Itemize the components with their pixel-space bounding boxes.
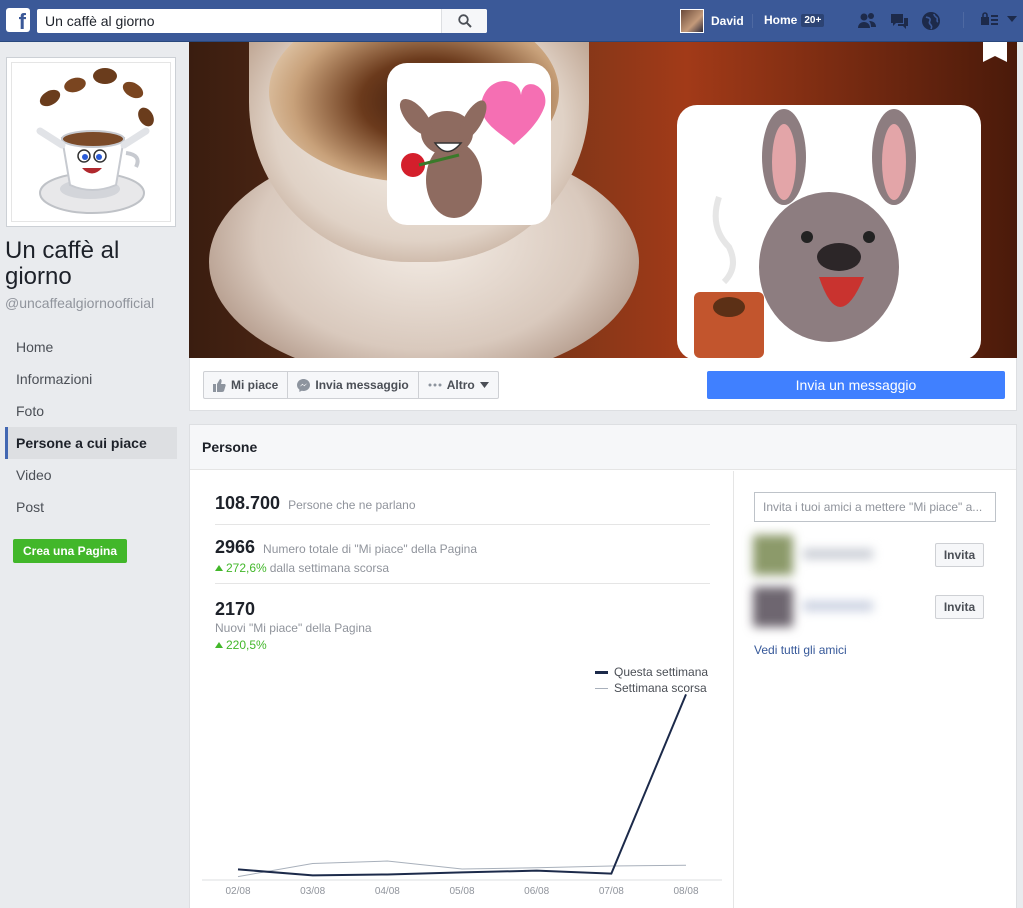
series-line-this-week <box>237 693 687 877</box>
search-icon <box>457 14 472 28</box>
friend-suggestion-blurred <box>751 585 886 629</box>
top-icons <box>856 10 942 32</box>
left-nav: Home Informazioni Foto Persone a cui pia… <box>5 331 177 523</box>
x-tick-label: 05/08 <box>449 886 474 897</box>
nav-item-post[interactable]: Post <box>5 491 177 523</box>
user-name: David <box>711 14 744 28</box>
more-button[interactable]: Altro <box>419 372 498 398</box>
x-tick-label: 03/08 <box>300 886 325 897</box>
more-dots-icon <box>428 383 442 387</box>
x-tick-label: 07/08 <box>599 886 624 897</box>
x-tick-label: 08/08 <box>673 886 698 897</box>
more-button-label: Altro <box>446 378 475 392</box>
invite-button[interactable]: Invita <box>935 543 984 567</box>
like-button[interactable]: Mi piace <box>204 372 289 398</box>
legend-item-last-week: Settimana scorsa <box>595 680 708 696</box>
friend-suggestion-row: Invita <box>751 585 1001 629</box>
avatar <box>680 9 704 33</box>
people-stats: 108.700 Persone che ne parlano 2966 Nume… <box>190 471 734 908</box>
left-column: Un caffè al giorno @uncaffealgiornooffic… <box>0 42 189 908</box>
nav-item-home[interactable]: Home <box>5 331 177 363</box>
friend-suggestion-blurred <box>751 533 886 577</box>
messenger-icon <box>297 378 311 392</box>
x-tick-label: 02/08 <box>225 886 250 897</box>
friend-suggestion-row: Invita <box>751 533 1001 577</box>
people-panel-title: Persone <box>190 425 1016 470</box>
messages-icon[interactable] <box>888 10 910 32</box>
nav-item-persone[interactable]: Persone a cui piace <box>5 427 177 459</box>
page-title[interactable]: Un caffè al giorno <box>5 238 185 290</box>
thumbs-up-icon <box>213 378 226 392</box>
facebook-logo-icon[interactable]: f <box>6 8 30 32</box>
message-button[interactable]: Invia messaggio <box>288 372 419 398</box>
x-tick-label: 06/08 <box>524 886 549 897</box>
cover-photo[interactable] <box>189 42 1017 358</box>
search-box <box>37 9 487 33</box>
profile-link[interactable]: David <box>680 9 744 33</box>
chart-legend: Questa settimana Settimana scorsa <box>595 664 708 696</box>
x-tick-label: 04/08 <box>375 886 400 897</box>
divider <box>752 14 753 28</box>
page-profile-picture[interactable] <box>6 57 176 227</box>
privacy-lock-icon[interactable] <box>980 12 1000 26</box>
nav-item-video[interactable]: Video <box>5 459 177 491</box>
friend-requests-icon[interactable] <box>856 10 878 32</box>
message-button-label: Invia messaggio <box>315 378 409 392</box>
create-page-button[interactable]: Crea una Pagina <box>13 539 128 563</box>
nav-item-informazioni[interactable]: Informazioni <box>5 363 177 395</box>
people-panel: Persone 108.700 Persone che ne parlano 2… <box>189 424 1017 908</box>
notifications-globe-icon[interactable] <box>920 10 942 32</box>
action-bar: Mi piace Invia messaggio Altro Invia un … <box>189 358 1017 411</box>
home-label: Home <box>764 13 798 27</box>
home-link[interactable]: Home 20+ <box>764 13 825 27</box>
account-controls <box>980 12 1018 26</box>
bulldog-coffee-sticker-image <box>679 107 979 358</box>
bunny-rose-sticker-image <box>389 65 549 223</box>
page-handle[interactable]: @uncaffealgiornoofficial <box>5 295 154 311</box>
top-bar: f David Home 20+ <box>0 0 1023 42</box>
legend-label-last-week: Settimana scorsa <box>614 681 707 695</box>
divider <box>963 12 964 28</box>
coffee-cup-mascot-image <box>36 68 154 214</box>
like-button-label: Mi piace <box>231 378 279 392</box>
nav-item-foto[interactable]: Foto <box>5 395 177 427</box>
profile-picture-image <box>11 62 171 222</box>
page-action-buttons: Mi piace Invia messaggio Altro <box>203 371 499 399</box>
legend-label-this-week: Questa settimana <box>614 665 709 679</box>
legend-swatch-this-week <box>595 670 608 674</box>
send-message-button[interactable]: Invia un messaggio <box>707 371 1005 399</box>
chevron-down-icon <box>479 382 489 388</box>
search-input[interactable] <box>37 10 441 32</box>
legend-item-this-week: Questa settimana <box>595 664 708 680</box>
account-menu-chevron-down-icon[interactable] <box>1006 15 1018 23</box>
invite-friends-input[interactable]: Invita i tuoi amici a mettere "Mi piace"… <box>754 492 996 522</box>
search-button[interactable] <box>441 9 487 33</box>
legend-swatch-last-week <box>595 687 608 689</box>
invite-button[interactable]: Invita <box>935 595 984 619</box>
invite-friends: Invita i tuoi amici a mettere "Mi piace"… <box>734 471 1016 908</box>
see-all-friends-link[interactable]: Vedi tutti gli amici <box>754 643 847 657</box>
home-badge: 20+ <box>801 13 825 27</box>
